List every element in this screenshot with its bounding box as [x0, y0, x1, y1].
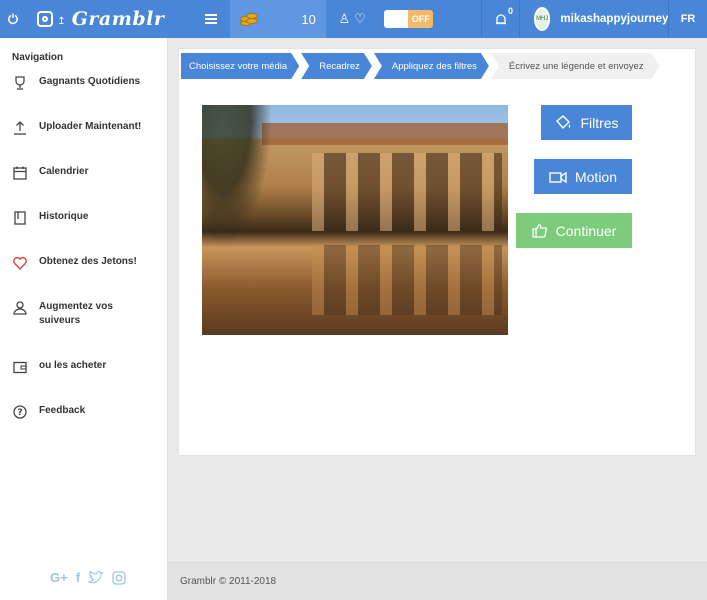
heart-outline-icon: ♡: [354, 11, 366, 26]
sidebar-item-label: Uploader Maintenant!: [39, 121, 142, 132]
instagram-icon[interactable]: [112, 570, 126, 585]
motion-label: Motion: [574, 168, 618, 185]
auto-toggle[interactable]: OFF: [384, 10, 434, 28]
brand-name: Gramblr: [71, 8, 165, 30]
svg-text:?: ?: [17, 408, 22, 418]
wallet-icon: [13, 361, 27, 374]
bolt-icon: ♙: [338, 11, 351, 26]
filters-button[interactable]: Filtres: [541, 105, 632, 140]
sidebar-item-history[interactable]: Historique: [0, 209, 167, 254]
sidebar-item-label: Feedback: [39, 405, 86, 416]
wizard-steps: Choisissez votre média Recadrez Applique…: [181, 53, 662, 79]
heart-icon: [13, 256, 27, 271]
step-filters[interactable]: Appliquez des filtres: [374, 53, 489, 79]
paint-bucket-icon: [556, 114, 571, 129]
sidebar-item-label: Augmentez vos suiveurs: [39, 301, 113, 326]
photo-preview: [202, 105, 508, 335]
toggle-knob: [384, 10, 409, 28]
sidebar-item-feedback[interactable]: ? Feedback: [0, 403, 167, 448]
video-camera-icon: [549, 171, 567, 183]
bell-icon: [495, 13, 506, 24]
language-selector[interactable]: FR: [668, 0, 707, 38]
sidebar-item-calendar[interactable]: Calendrier: [0, 164, 167, 209]
nav-title: Navigation: [12, 52, 64, 63]
step-label: Choisissez votre média: [189, 60, 288, 72]
username: mikashappyjourney: [560, 13, 669, 25]
continue-label: Continuer: [555, 222, 617, 239]
sidebar-item-label: Historique: [39, 211, 89, 222]
instagram-logo-icon: [37, 11, 54, 27]
sidebar-item-daily-winners[interactable]: Gagnants Quotidiens: [0, 74, 167, 119]
sidebar-item-label: Obtenez des Jetons!: [39, 256, 137, 267]
motion-button[interactable]: Motion: [534, 159, 632, 194]
photo-roof: [262, 123, 508, 145]
twitter-icon[interactable]: [88, 571, 104, 584]
notifications-button[interactable]: 0: [481, 0, 521, 38]
step-caption-send[interactable]: Écrivez une légende et envoyez: [491, 53, 660, 79]
editor-card: Choisissez votre média Recadrez Applique…: [178, 48, 696, 456]
sidebar-item-buy[interactable]: ou les acheter: [0, 358, 167, 403]
photo-palm: [202, 105, 272, 245]
sidebar-item-get-tokens[interactable]: Obtenez des Jetons!: [0, 254, 167, 299]
step-label: Appliquez des filtres: [391, 60, 477, 72]
coins-icon: [239, 10, 260, 28]
calendar-icon: [13, 166, 27, 180]
continue-button[interactable]: Continuer: [516, 213, 632, 248]
sidebar-item-label: Gagnants Quotidiens: [39, 76, 141, 87]
power-icon: [7, 13, 18, 25]
avatar: MHJ: [534, 7, 551, 31]
social-links: G+ f: [50, 570, 126, 585]
thumbs-up-icon: [531, 223, 547, 238]
help-icon: ?: [13, 405, 27, 419]
sidebar: Navigation Gagnants Quotidiens Uploader …: [0, 38, 168, 600]
filters-label: Filtres: [580, 114, 619, 131]
sidebar-item-upload-now[interactable]: Uploader Maintenant!: [0, 119, 167, 164]
coins-counter[interactable]: 10: [229, 0, 326, 38]
photo-arches: [312, 153, 502, 231]
top-bar: ↥ Gramblr 10 ♙ ♡ OFF 0 MHJ mikashappyjou…: [0, 0, 707, 38]
photo-reflection: [312, 245, 502, 315]
menu-button[interactable]: [193, 0, 230, 38]
coins-count: 10: [301, 11, 316, 27]
sidebar-item-label: Calendrier: [39, 166, 89, 177]
step-choose-media[interactable]: Choisissez votre média: [181, 53, 299, 79]
copyright-text: Gramblr © 2011-2018: [180, 576, 277, 587]
power-button[interactable]: [0, 0, 25, 38]
google-plus-icon[interactable]: G+: [50, 570, 68, 585]
step-crop[interactable]: Recadrez: [301, 53, 372, 79]
sidebar-item-grow-followers[interactable]: Augmentez vos suiveurs: [0, 299, 167, 358]
trophy-icon: [15, 76, 25, 90]
notifications-badge: 0: [508, 6, 514, 16]
upload-arrow-icon: ↥: [57, 15, 66, 27]
toggle-label: OFF: [411, 14, 430, 24]
step-label: Recadrez: [319, 60, 360, 72]
app-logo[interactable]: ↥ Gramblr: [25, 0, 193, 38]
footer: Gramblr © 2011-2018: [168, 562, 707, 600]
sidebar-item-label: ou les acheter: [39, 360, 107, 371]
likes-indicator[interactable]: ♙ ♡: [326, 11, 379, 27]
step-label: Écrivez une légende et envoyez: [508, 60, 644, 72]
hamburger-icon: [205, 14, 218, 24]
facebook-icon[interactable]: f: [76, 570, 80, 585]
upload-icon: [14, 121, 26, 135]
user-menu[interactable]: MHJ mikashappyjourney: [520, 7, 668, 31]
book-icon: [14, 211, 26, 225]
